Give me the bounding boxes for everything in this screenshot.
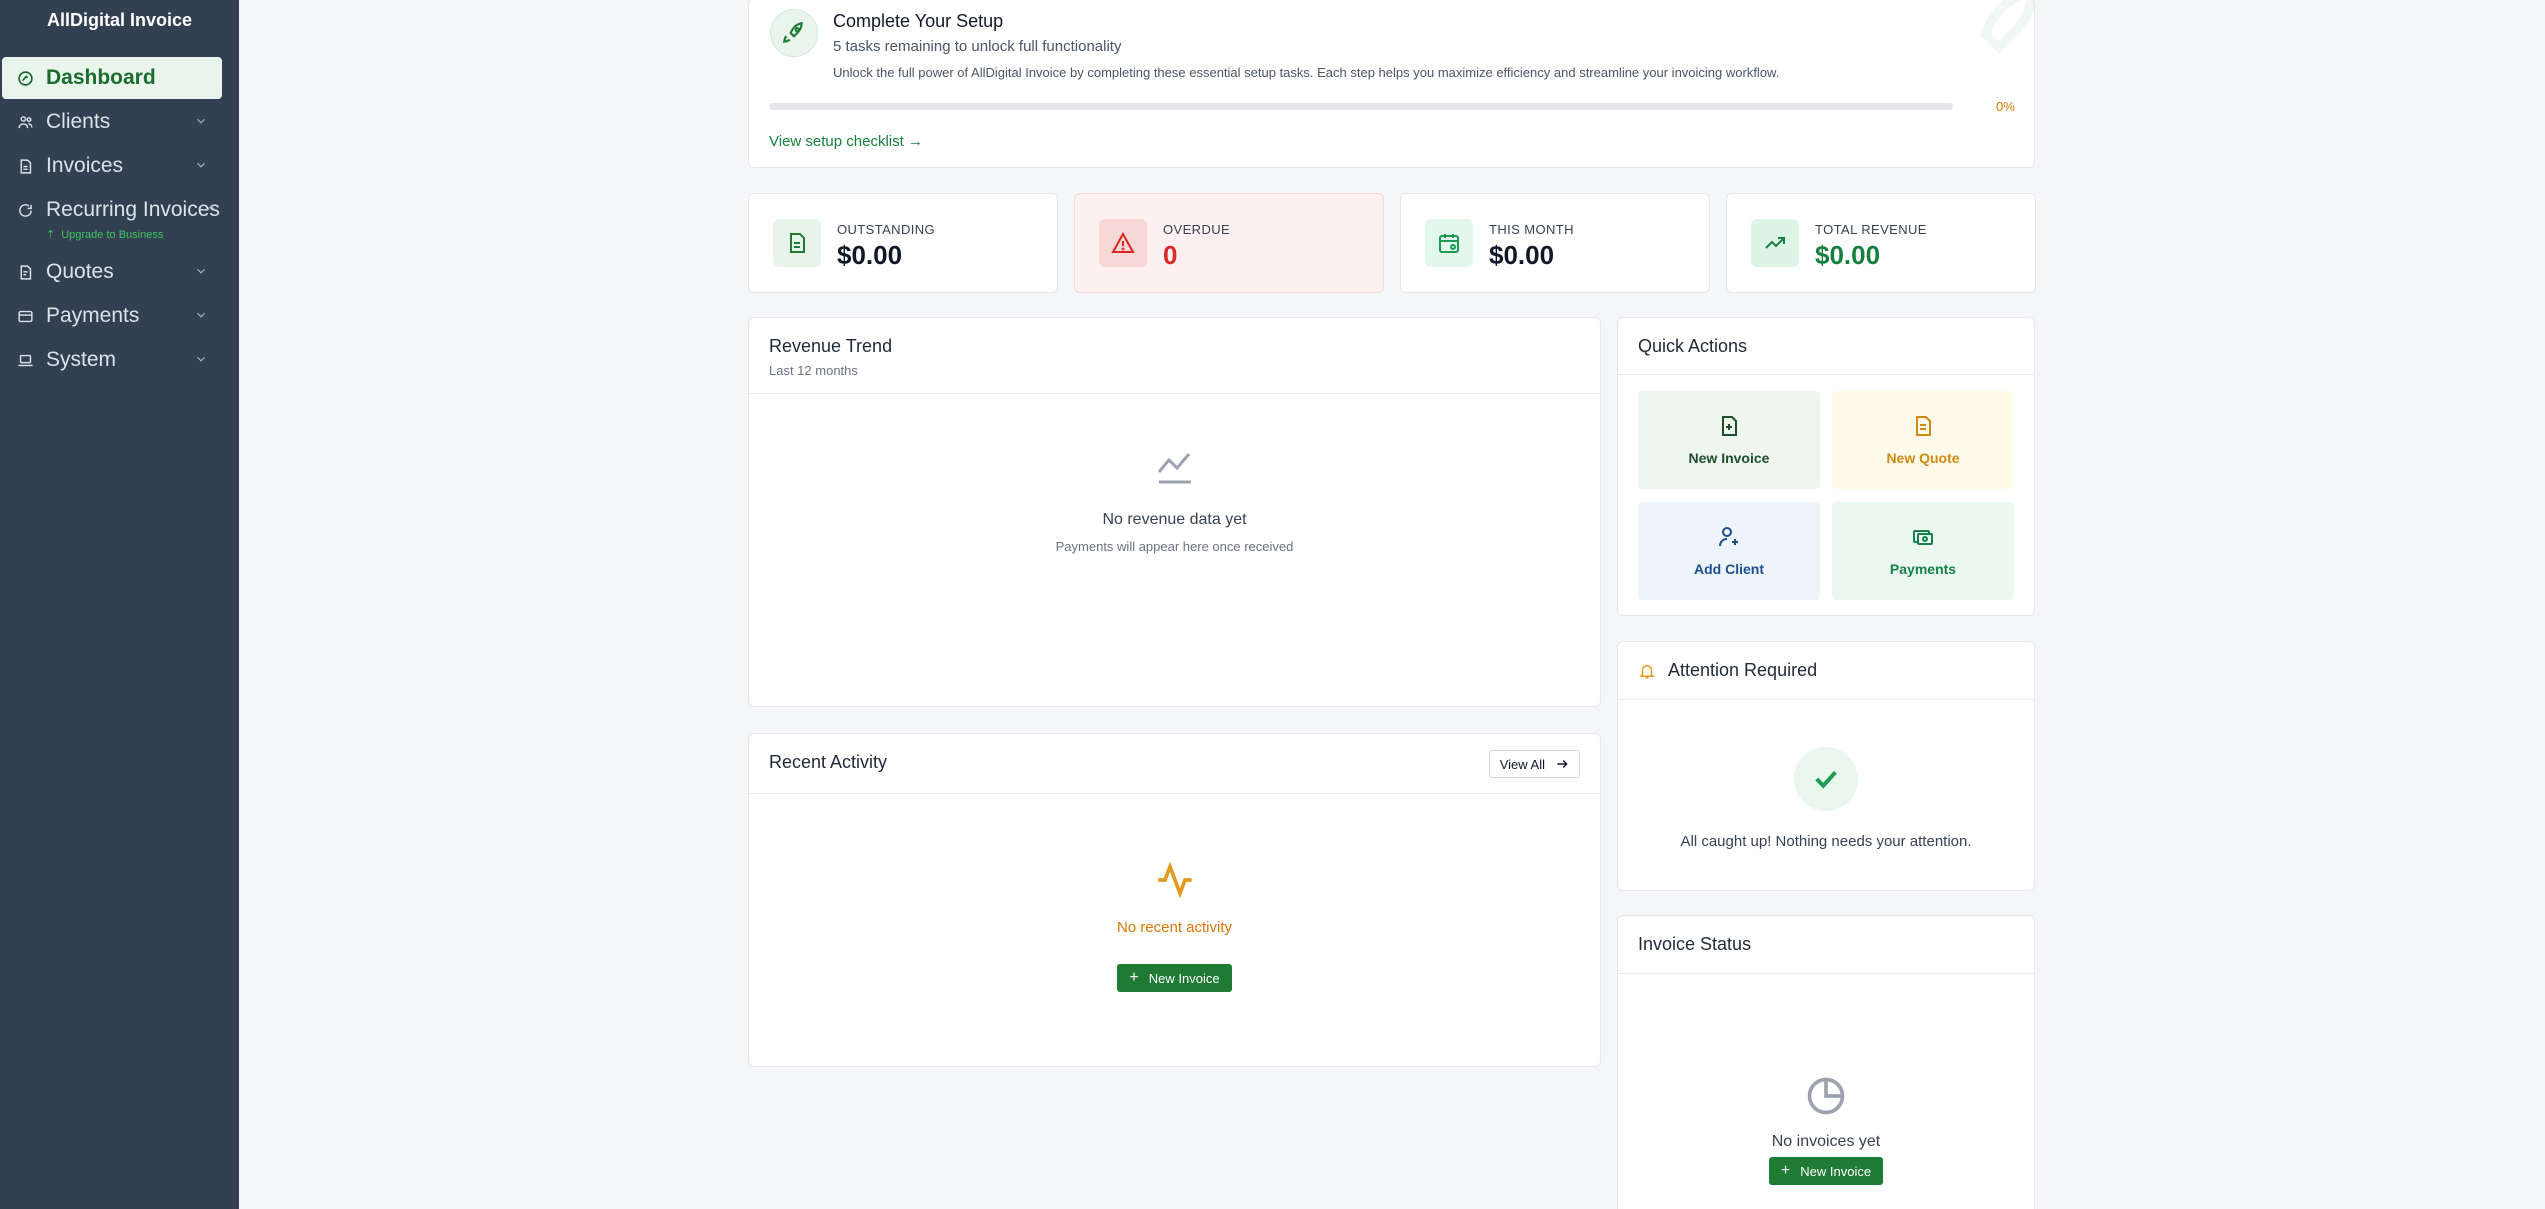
revenue-subtitle: Last 12 months xyxy=(769,363,858,378)
stat-total-revenue: TOTAL REVENUE $0.00 xyxy=(1726,193,2036,293)
bell-icon xyxy=(1639,664,1655,678)
sidebar-item-label: Quotes xyxy=(46,260,114,283)
quote-icon xyxy=(16,263,34,281)
user-plus-icon xyxy=(1719,527,1738,547)
document-icon xyxy=(16,157,34,175)
stat-label: OUTSTANDING xyxy=(837,222,936,237)
stat-value: $0.00 xyxy=(1815,240,1881,270)
users-icon xyxy=(16,113,34,131)
view-all-label: View All xyxy=(1499,756,1545,772)
button-label: New Invoice xyxy=(1800,1163,1872,1179)
rocket-icon xyxy=(770,9,818,57)
plus-icon: + xyxy=(1780,1162,1791,1179)
setup-progress-bar xyxy=(769,103,1953,110)
rocket-watermark-icon xyxy=(1980,0,2034,55)
chevron-down-icon xyxy=(197,162,205,168)
stat-value: $0.00 xyxy=(837,240,903,270)
sidebar-item-payments[interactable]: Payments xyxy=(2,295,222,337)
activity-empty-title: No recent activity xyxy=(1116,919,1233,936)
new-invoice-button[interactable]: + New Invoice xyxy=(1768,1157,1884,1185)
stat-overdue: OVERDUE 0 xyxy=(1074,193,1384,293)
upgrade-label: Upgrade to Business xyxy=(61,228,164,241)
recent-activity-title: Recent Activity xyxy=(769,752,888,772)
stat-label: TOTAL REVENUE xyxy=(1815,222,1927,237)
quick-action-label: New Quote xyxy=(1886,450,1960,466)
sidebar-item-label: Invoices xyxy=(46,154,124,177)
revenue-empty-title: No revenue data yet xyxy=(1102,511,1247,528)
stat-label: THIS MONTH xyxy=(1489,222,1574,237)
sidebar-item-label: System xyxy=(46,348,117,371)
setup-card: Complete Your Setup 5 tasks remaining to… xyxy=(748,0,2035,168)
check-icon xyxy=(1794,747,1858,811)
invoice-status-card: Invoice Status No invoices yet + New Inv… xyxy=(1617,915,2035,1209)
setup-title: Complete Your Setup xyxy=(833,11,1004,31)
quote-icon xyxy=(1916,416,1931,436)
stat-value: $0.00 xyxy=(1489,240,1555,270)
sidebar: AllDigital Invoice Dashboard Clients Inv… xyxy=(0,0,239,1209)
view-all-button[interactable]: View All xyxy=(1488,750,1580,778)
stat-label: OVERDUE xyxy=(1163,222,1231,237)
sidebar-item-invoices[interactable]: Invoices xyxy=(2,145,222,187)
activity-icon xyxy=(1157,861,1192,899)
quick-action-label: Payments xyxy=(1889,561,1957,577)
setup-description: Unlock the full power of AllDigital Invo… xyxy=(833,65,1780,80)
attention-title: Attention Required xyxy=(1668,660,1818,680)
sidebar-item-label: Payments xyxy=(46,304,140,327)
revenue-title: Revenue Trend xyxy=(769,336,893,356)
laptop-icon xyxy=(16,351,34,369)
invoice-status-empty-title: No invoices yet xyxy=(1771,1133,1881,1150)
chart-line-icon xyxy=(1157,453,1191,484)
chevron-down-icon xyxy=(197,118,205,124)
credit-card-icon xyxy=(16,307,34,325)
stat-this-month: THIS MONTH $0.00 xyxy=(1400,193,1710,293)
plus-icon: + xyxy=(1129,969,1139,986)
chevron-down-icon xyxy=(197,312,205,318)
new-invoice-button[interactable]: + New Invoice xyxy=(1117,964,1232,992)
quick-action-new-quote[interactable]: New Quote xyxy=(1832,391,2014,489)
quick-action-label: Add Client xyxy=(1694,561,1764,577)
sidebar-item-label: Clients xyxy=(46,110,111,133)
attention-message: All caught up! Nothing needs your attent… xyxy=(1680,833,1972,850)
attention-card: Attention Required All caught up! Nothin… xyxy=(1617,641,2035,891)
money-icon xyxy=(1913,530,1933,545)
warning-icon xyxy=(1099,219,1147,267)
quick-actions-title: Quick Actions xyxy=(1638,336,1748,356)
lock-icon: ⇡ xyxy=(46,229,56,241)
quick-action-new-invoice[interactable]: New Invoice xyxy=(1638,391,1820,489)
app-brand: AllDigital Invoice xyxy=(46,10,193,30)
arrow-right-icon xyxy=(1557,759,1568,769)
chevron-down-icon xyxy=(197,356,205,362)
chevron-down-icon xyxy=(197,268,205,274)
sidebar-item-system[interactable]: System xyxy=(2,339,222,381)
setup-progress-label: 0% xyxy=(1996,99,2015,114)
sidebar-item-label: Recurring Invoices xyxy=(46,198,220,221)
setup-checklist-link[interactable]: View setup checklist → xyxy=(769,133,923,150)
quick-action-label: New Invoice xyxy=(1688,450,1770,466)
revenue-empty-subtitle: Payments will appear here once received xyxy=(1055,539,1294,554)
invoice-status-title: Invoice Status xyxy=(1638,934,1752,954)
stat-value: 0 xyxy=(1163,240,1178,270)
sidebar-item-label: Dashboard xyxy=(46,66,156,89)
revenue-trend-card: Revenue Trend Last 12 months No revenue … xyxy=(748,317,1601,707)
trending-up-icon xyxy=(1751,219,1799,267)
setup-subtitle: 5 tasks remaining to unlock full functio… xyxy=(833,38,1122,55)
document-icon xyxy=(773,219,821,267)
file-plus-icon xyxy=(1722,416,1737,436)
pie-chart-icon xyxy=(1807,1077,1845,1115)
quick-actions-card: Quick Actions New Invoice New Quote Add … xyxy=(1617,317,2035,616)
sidebar-item-recurring-invoices[interactable]: Recurring Invoices xyxy=(2,189,222,231)
sidebar-item-dashboard[interactable]: Dashboard xyxy=(2,57,222,99)
chevron-up-icon xyxy=(207,205,215,211)
quick-action-payments[interactable]: Payments xyxy=(1832,502,2014,600)
upgrade-badge[interactable]: ⇡ Upgrade to Business xyxy=(46,228,164,242)
stat-outstanding: OUTSTANDING $0.00 xyxy=(748,193,1058,293)
dashboard-icon xyxy=(16,69,34,87)
sidebar-item-quotes[interactable]: Quotes xyxy=(2,251,222,293)
sidebar-item-clients[interactable]: Clients xyxy=(2,101,222,143)
refresh-icon xyxy=(16,201,34,219)
calendar-icon xyxy=(1425,219,1473,267)
button-label: New Invoice xyxy=(1148,970,1220,986)
recent-activity-card: Recent Activity View All No recent activ… xyxy=(748,733,1601,1067)
quick-action-add-client[interactable]: Add Client xyxy=(1638,502,1820,600)
